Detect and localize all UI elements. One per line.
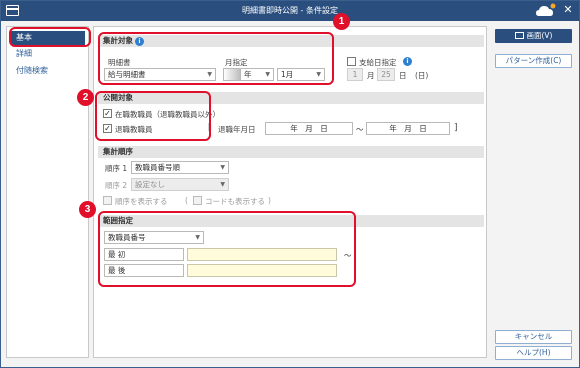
payday-month-input[interactable]: 1 [347, 68, 363, 81]
show-order-checkbox[interactable] [103, 196, 112, 205]
show-code-label: コードも表示する [205, 197, 265, 206]
retire-date-label: 退職年月日 [218, 125, 256, 134]
screen-button-label: 画面(V) [526, 31, 553, 40]
highlight-publish [95, 91, 211, 141]
title-bar: 明細書即時公開 - 条件設定 ✕ [1, 1, 579, 21]
show-order-label: 順序を表示する [115, 197, 168, 206]
order1-label: 順序 1 [105, 164, 128, 173]
screen-button[interactable]: 画面(V) [495, 29, 572, 43]
category-nav: 基本 詳細 付随検索 [6, 26, 89, 358]
bracket-close: ] [454, 123, 458, 133]
cloud-logo-icon [536, 3, 556, 16]
highlight-target [98, 32, 334, 85]
order2-select[interactable]: 設定なし ▼ [131, 178, 229, 191]
section-title-order: 集計順序 [103, 147, 133, 156]
payday-checkbox[interactable] [347, 57, 356, 66]
order2-value: 設定なし [135, 180, 165, 189]
retire-date-from[interactable]: 年 月 日 [265, 122, 353, 135]
chevron-down-icon: ▼ [220, 181, 225, 188]
callout-badge-2: 2 [77, 89, 94, 106]
action-panel: 画面(V) パターン作成(C) キャンセル ヘルプ(H) [491, 26, 576, 360]
monitor-icon [514, 32, 524, 39]
condition-settings-window: 明細書即時公開 - 条件設定 ✕ 基本 詳細 付随検索 集計対象 i 明細書 給… [0, 0, 580, 368]
section-header-order: 集計順序 [98, 146, 484, 158]
chevron-down-icon: ▼ [220, 164, 225, 171]
highlight-nav-basic [9, 27, 91, 47]
callout-badge-1: 1 [333, 13, 350, 30]
create-pattern-button[interactable]: パターン作成(C) [495, 54, 572, 68]
highlight-range [98, 211, 356, 287]
order1-value: 教職員番号順 [135, 163, 180, 172]
show-code-checkbox[interactable] [193, 196, 202, 205]
paren-close: ) [268, 196, 271, 205]
order1-select[interactable]: 教職員番号順 ▼ [131, 161, 229, 174]
help-button[interactable]: ヘルプ(H) [495, 346, 572, 360]
cancel-button[interactable]: キャンセル [495, 330, 572, 344]
payday-weekday: (日) [415, 71, 429, 80]
range-tilde: ～ [356, 125, 364, 134]
nav-item-detail[interactable]: 詳細 [11, 47, 85, 61]
nav-item-related-search[interactable]: 付随検索 [11, 64, 85, 78]
paren-open: ( [185, 196, 188, 205]
order2-label: 順序 2 [105, 181, 128, 190]
payday-day-unit: 日 [399, 71, 407, 80]
window-title: 明細書即時公開 - 条件設定 [242, 6, 338, 15]
callout-badge-3: 3 [79, 201, 96, 218]
payday-label: 支給日指定 [359, 58, 397, 67]
payday-day-input[interactable]: 25 [377, 68, 395, 81]
payday-month-unit: 月 [367, 71, 375, 80]
info-icon[interactable]: i [403, 57, 412, 66]
retire-date-to[interactable]: 年 月 日 [366, 122, 450, 135]
close-icon[interactable]: ✕ [562, 4, 574, 16]
